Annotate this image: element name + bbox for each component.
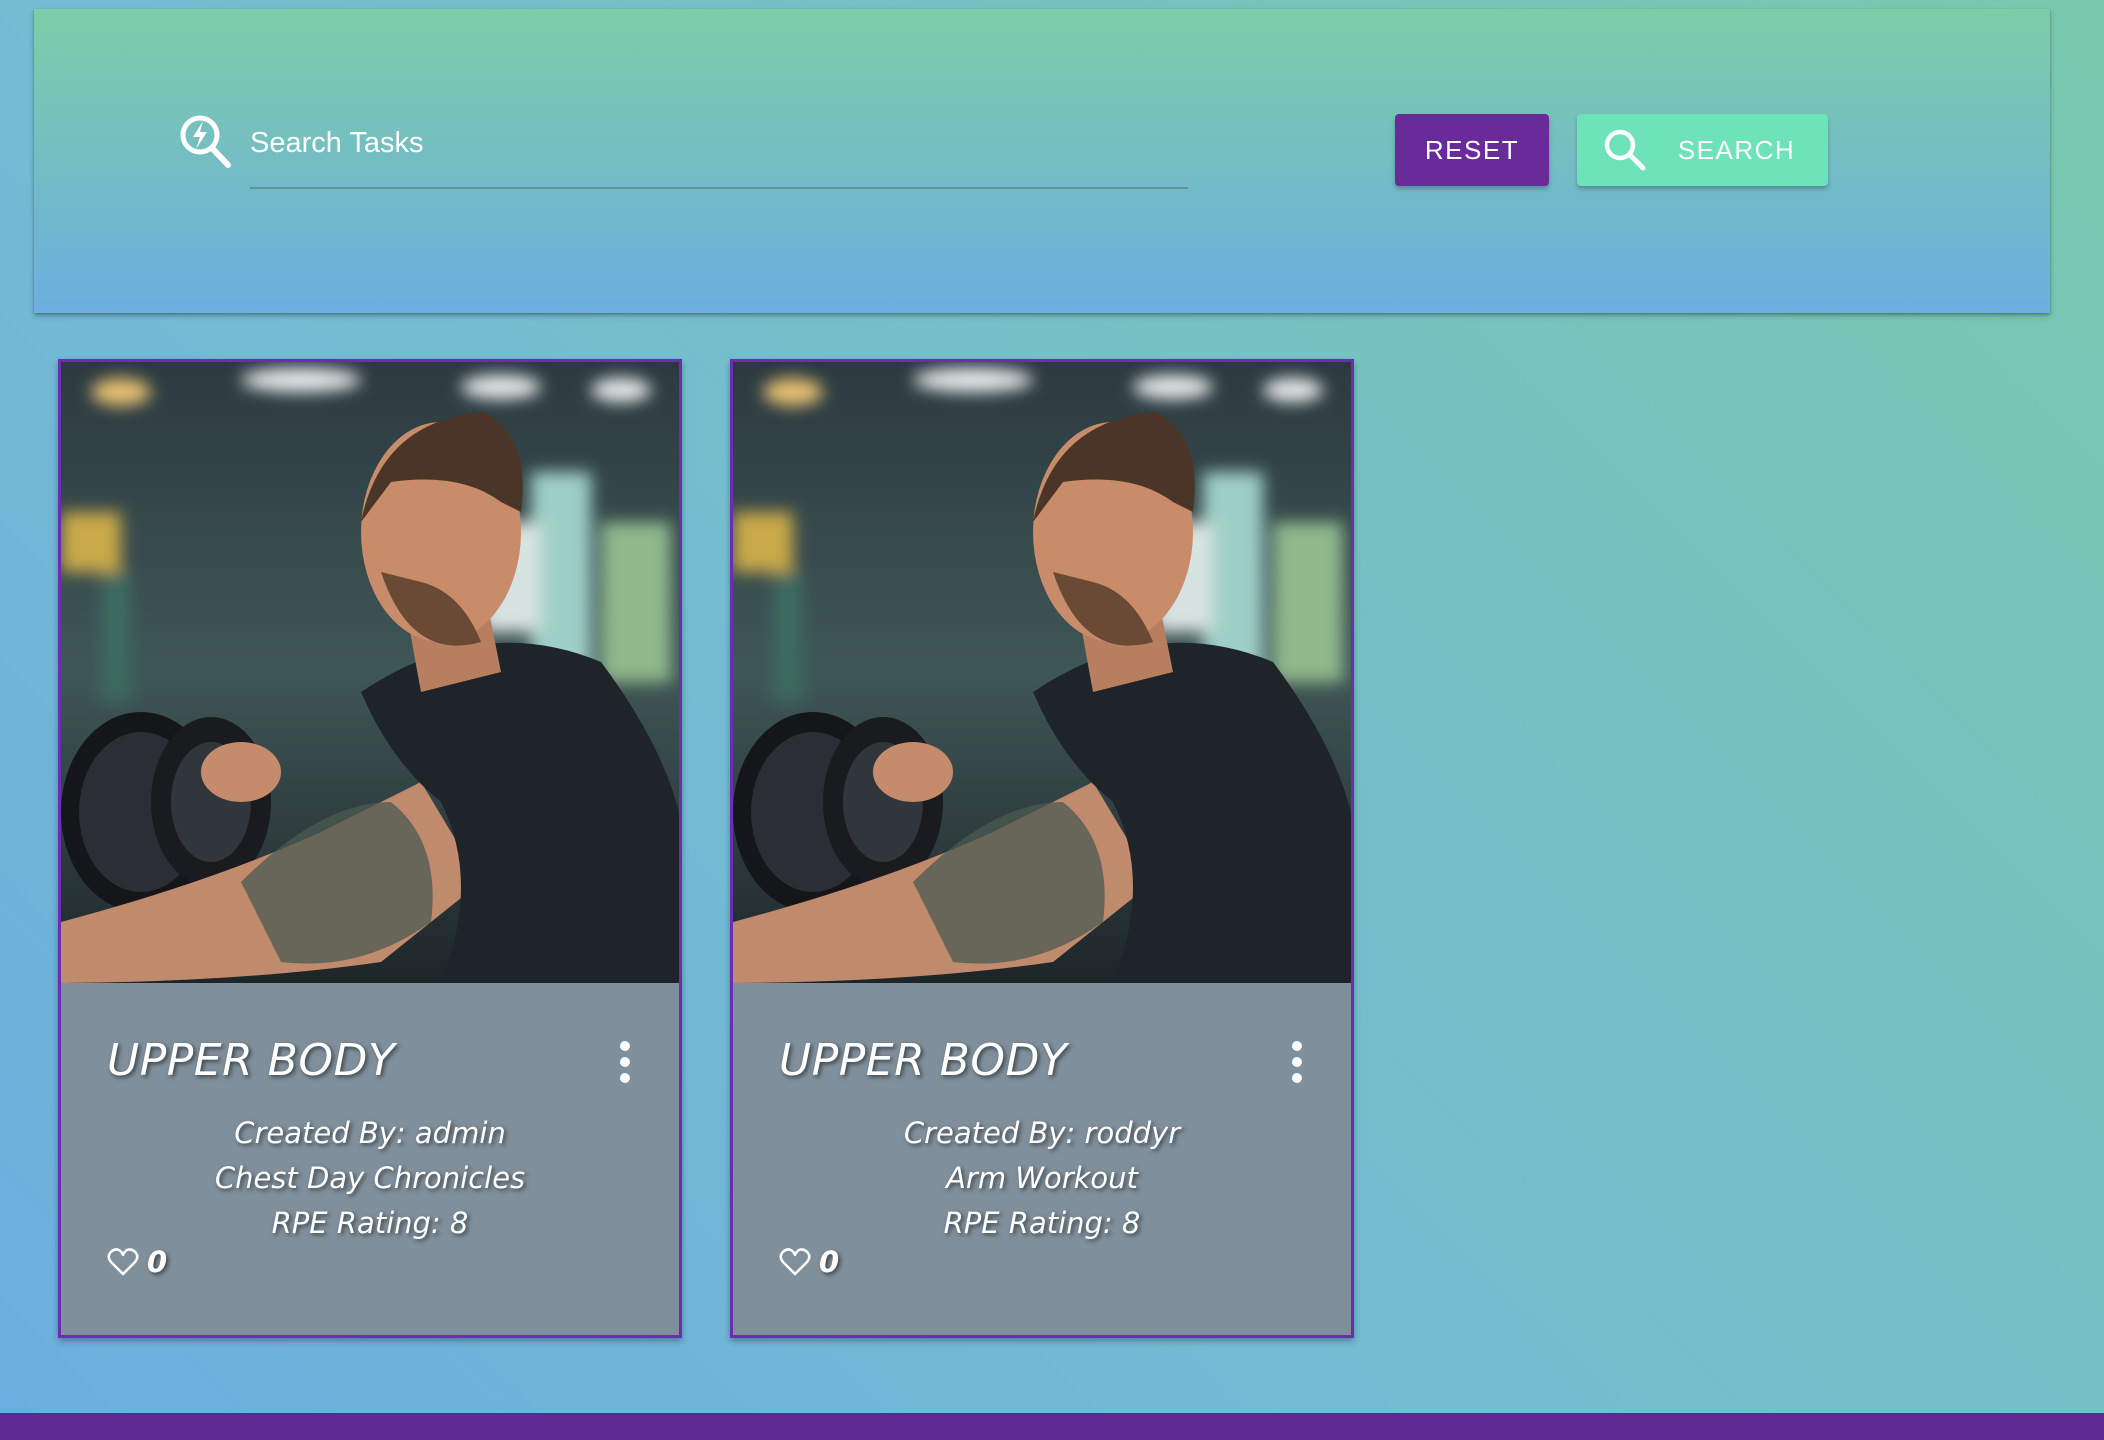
- reset-button-label: RESET: [1424, 134, 1520, 165]
- card-created-by: Created By: admin: [234, 1116, 506, 1150]
- search-input[interactable]: [250, 123, 1180, 163]
- footer-bar: [0, 1413, 2104, 1440]
- search-button-label: SEARCH: [1677, 134, 1796, 165]
- search-bolt-icon: [176, 111, 236, 171]
- reset-button[interactable]: RESET: [1395, 114, 1549, 186]
- card-title: UPPER BODY: [779, 1035, 1068, 1086]
- card-title: UPPER BODY: [107, 1035, 396, 1086]
- card-created-by: Created By: roddyr: [903, 1116, 1181, 1150]
- card-body: UPPER BODY Created By: admin Chest Day C…: [61, 983, 679, 1335]
- like-counter: 0: [107, 1245, 167, 1279]
- like-count: 0: [819, 1245, 840, 1279]
- search-field[interactable]: [250, 109, 1188, 189]
- workout-card[interactable]: UPPER BODY Created By: admin Chest Day C…: [58, 359, 682, 1338]
- heart-icon[interactable]: [107, 1247, 139, 1277]
- heart-icon[interactable]: [779, 1247, 811, 1277]
- card-workout-name: Arm Workout: [946, 1161, 1138, 1195]
- workout-card[interactable]: UPPER BODY Created By: roddyr Arm Workou…: [730, 359, 1354, 1338]
- search-button[interactable]: SEARCH: [1577, 114, 1828, 186]
- card-rpe-rating: RPE Rating: 8: [943, 1206, 1141, 1240]
- like-counter: 0: [779, 1245, 839, 1279]
- more-vert-icon[interactable]: [613, 1039, 637, 1085]
- card-body: UPPER BODY Created By: roddyr Arm Workou…: [733, 983, 1351, 1335]
- card-workout-name: Chest Day Chronicles: [214, 1161, 526, 1195]
- card-rpe-rating: RPE Rating: 8: [271, 1206, 469, 1240]
- search-header-panel: RESET SEARCH: [34, 9, 2050, 313]
- more-vert-icon[interactable]: [1285, 1039, 1309, 1085]
- like-count: 0: [147, 1245, 168, 1279]
- magnifier-icon: [1602, 127, 1648, 173]
- card-image: [61, 362, 679, 983]
- card-image: [733, 362, 1351, 983]
